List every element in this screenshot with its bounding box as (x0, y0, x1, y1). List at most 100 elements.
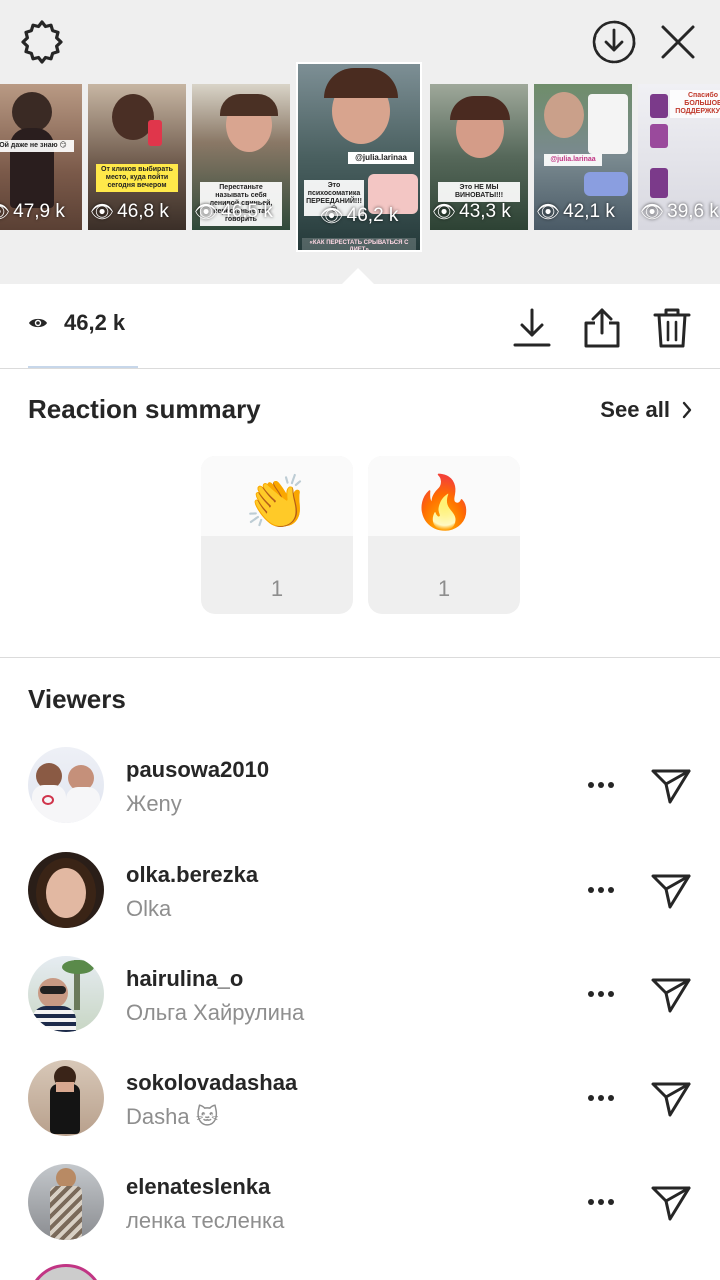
dot (588, 991, 594, 997)
thumbnail-view-count: 👁 46,2 k (319, 205, 399, 227)
section-divider (0, 657, 720, 658)
reaction-card-fire[interactable]: 🔥 1 (368, 456, 520, 614)
dot (608, 991, 614, 997)
fire-emoji: 🔥 (411, 474, 477, 532)
send-message-button[interactable] (648, 972, 694, 1018)
see-all-button[interactable]: See all (600, 397, 692, 423)
avatar[interactable] (28, 1164, 104, 1240)
send-message-button[interactable] (648, 1180, 694, 1226)
reaction-emoji-area: 🔥 (368, 456, 520, 536)
download-button[interactable] (510, 306, 554, 350)
see-all-label: See all (600, 396, 670, 422)
gear-icon (21, 20, 63, 64)
viewer-full-name: Olka (126, 896, 172, 921)
thumbnail-caption: Это НЕ МЫ ВИНОВАТЫ!!! (438, 182, 520, 202)
dot (598, 1095, 604, 1101)
story-thumbnail[interactable]: Ой даже не знаю 😏 👁 47,9 k (0, 84, 82, 230)
close-icon (661, 25, 695, 59)
viewer-full-name: Жeny (126, 791, 182, 816)
story-thumbnail[interactable]: Перестаньте называть себя ленивой свинье… (192, 84, 290, 230)
story-stats-bar: 46,2 k (0, 284, 720, 369)
story-thumbnail-strip[interactable]: Ой даже не знаю 😏 👁 47,9 k От кликов выб… (0, 62, 720, 262)
dot (608, 1199, 614, 1205)
more-options-button[interactable] (584, 1188, 618, 1216)
reaction-emoji-area: 👏 (201, 456, 353, 536)
trash-icon (653, 308, 691, 348)
viewer-username[interactable]: sokolovadashaa (126, 1070, 297, 1096)
clapping-hands-emoji: 👏 (244, 474, 310, 532)
dot (608, 782, 614, 788)
thumbnail-view-count: 👁 39,6 k (640, 201, 719, 223)
eye-icon: 👁 (432, 202, 457, 223)
share-icon (584, 308, 620, 348)
reaction-summary-title: Reaction summary (28, 394, 261, 424)
close-button[interactable] (654, 18, 702, 66)
viewer-row[interactable]: elenateslenka ленка тесленка (0, 1164, 720, 1268)
active-story-pointer (342, 268, 374, 284)
avatar[interactable] (28, 852, 104, 928)
viewer-row[interactable]: sokolovadashaa Dasha 🐱 (0, 1060, 720, 1164)
paper-plane-icon (651, 874, 691, 909)
reaction-summary-header: Reaction summary See all (28, 394, 692, 425)
viewer-username[interactable]: elenateslenka (126, 1174, 270, 1200)
viewer-row[interactable]: olka.berezka Olka (0, 852, 720, 956)
avatar[interactable] (28, 956, 104, 1032)
send-message-button[interactable] (648, 868, 694, 914)
thumbnail-caption: От кликов выбирать место, куда пойти сег… (96, 164, 178, 192)
viewer-username[interactable]: olka.berezka (126, 862, 258, 888)
viewer-row[interactable]: hairulina_o Ольга Хайрулина (0, 956, 720, 1060)
views-tab-indicator (28, 366, 138, 368)
story-thumbnail[interactable]: Спасибо БОЛЬШОЕ ПОДДЕРЖКУ ❤️ 👁 39,6 k (638, 84, 720, 230)
viewer-full-name: Dasha 🐱 (126, 1104, 219, 1129)
dot (598, 887, 604, 893)
dot (588, 782, 594, 788)
story-thumbnail[interactable]: @julia.larinaa 👁 42,1 k (534, 84, 632, 230)
reaction-count: 1 (437, 576, 451, 601)
thumbnail-view-count: 👁 46,8 k (90, 201, 169, 223)
avatar[interactable] (28, 1060, 104, 1136)
viewer-full-name: Ольга Хайрулина (126, 1000, 305, 1025)
share-button[interactable] (580, 306, 624, 350)
reaction-card-clap[interactable]: 👏 1 (201, 456, 353, 614)
thumbnail-view-count: 👁 46,5 k (194, 201, 273, 223)
dot (608, 887, 614, 893)
thumbnail-view-count: 👁 47,9 k (0, 200, 82, 224)
delete-button[interactable] (650, 306, 694, 350)
thumbnail-handle: @julia.larinaa (348, 152, 414, 164)
dot (588, 1199, 594, 1205)
viewer-row[interactable]: pausowa2010 Жeny (0, 747, 720, 851)
views-count: 46,2 k (64, 310, 126, 335)
save-story-button[interactable] (588, 16, 640, 68)
more-options-button[interactable] (584, 1084, 618, 1112)
dot (598, 1199, 604, 1205)
dot (608, 1095, 614, 1101)
more-options-button[interactable] (584, 771, 618, 799)
viewer-full-name: ленка тесленка (126, 1208, 285, 1233)
viewers-title: Viewers (28, 684, 126, 714)
thumbnail-caption: Ой даже не знаю 😏 (0, 140, 74, 152)
avatar[interactable] (28, 747, 104, 823)
thumbnail-footer: «КАК ПЕРЕСТАТЬ СРЫВАТЬСЯ С ДИЕТ» (302, 238, 416, 250)
paper-plane-icon (651, 1186, 691, 1221)
story-thumbnail[interactable]: Это НЕ МЫ ВИНОВАТЫ!!! 👁 43,3 k (430, 84, 528, 230)
viewer-username[interactable]: hairulina_o (126, 966, 243, 992)
more-options-button[interactable] (584, 876, 618, 904)
eye-icon: 👁 (0, 200, 10, 224)
download-icon (513, 308, 551, 347)
dot (588, 887, 594, 893)
more-options-button[interactable] (584, 980, 618, 1008)
dot (598, 991, 604, 997)
story-thumbnail[interactable]: От кликов выбирать место, куда пойти сег… (88, 84, 186, 230)
story-preview-area: Ой даже не знаю 😏 👁 47,9 k От кликов выб… (0, 0, 720, 284)
send-message-button[interactable] (648, 1076, 694, 1122)
eye-icon: 👁 (90, 202, 115, 223)
settings-button[interactable] (18, 18, 66, 66)
download-circle-icon (592, 20, 636, 64)
story-thumbnail-active[interactable]: @julia.larinaa Это психосоматика ПЕРЕЕДА… (296, 62, 422, 252)
paper-plane-icon (651, 769, 691, 804)
viewer-username[interactable]: pausowa2010 (126, 757, 269, 783)
send-message-button[interactable] (648, 763, 694, 809)
chevron-right-icon (682, 401, 692, 418)
views-tab[interactable]: 46,2 k (28, 310, 125, 336)
thumbnail-view-count: 👁 43,3 k (432, 201, 511, 223)
